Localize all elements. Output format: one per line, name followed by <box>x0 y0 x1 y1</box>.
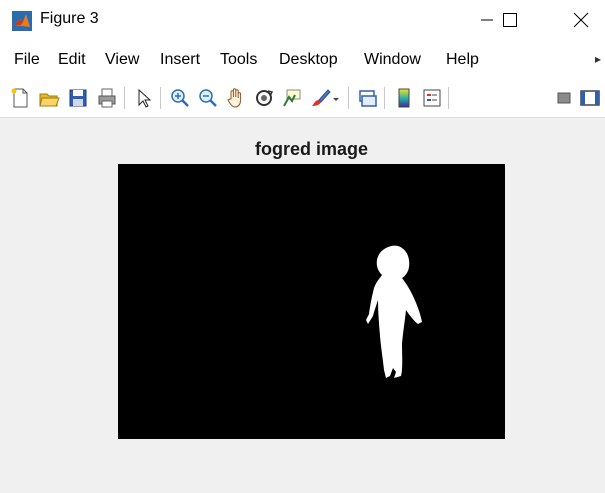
menu-tools[interactable]: Tools <box>220 51 257 69</box>
save-icon <box>69 89 87 107</box>
figure-toolbar <box>0 80 605 118</box>
toolbar-separator <box>160 87 161 109</box>
open-file-icon <box>39 93 60 107</box>
toolbar-separator <box>348 87 349 109</box>
save-button[interactable] <box>66 86 90 110</box>
link-plot-button[interactable] <box>356 86 380 110</box>
menu-overflow-icon[interactable]: ▸ <box>595 52 601 66</box>
data-cursor-icon <box>283 89 301 107</box>
open-file-button[interactable] <box>37 86 61 110</box>
rotate-3d-button[interactable] <box>252 86 276 110</box>
menu-edit[interactable]: Edit <box>58 51 86 69</box>
axes-title: fogred image <box>254 139 369 159</box>
new-figure-icon <box>11 88 28 108</box>
menu-help[interactable]: Help <box>446 51 479 69</box>
print-button[interactable] <box>95 86 119 110</box>
close-icon <box>573 12 589 28</box>
pointer-button[interactable] <box>132 86 156 110</box>
brush-button[interactable] <box>308 86 332 110</box>
menu-file[interactable]: File <box>14 51 40 69</box>
pointer-icon <box>138 88 152 108</box>
show-plot-tools-icon <box>580 90 600 106</box>
toolbar-separator <box>448 87 449 109</box>
rotate-3d-icon <box>256 90 274 106</box>
maximize-button[interactable] <box>487 0 533 40</box>
image-axes[interactable] <box>118 164 505 439</box>
title-bar: Figure 3 <box>0 0 605 40</box>
brush-dropdown-button[interactable] <box>330 86 342 110</box>
menu-window[interactable]: Window <box>364 51 421 69</box>
toolbar-separator <box>124 87 125 109</box>
colorbar-button[interactable] <box>392 86 416 110</box>
zoom-out-icon <box>199 89 217 107</box>
window-title: Figure 3 <box>40 10 99 27</box>
brush-icon <box>312 89 331 106</box>
matlab-logo-icon <box>12 11 32 31</box>
maximize-icon <box>503 13 517 27</box>
close-button[interactable] <box>558 0 604 40</box>
segmented-child-silhouette <box>366 245 422 378</box>
pan-button[interactable] <box>224 86 248 110</box>
hide-plot-tools-button[interactable] <box>552 86 576 110</box>
legend-button[interactable] <box>420 86 444 110</box>
toolbar-separator <box>384 87 385 109</box>
zoom-in-button[interactable] <box>168 86 192 110</box>
link-plot-icon <box>359 90 377 107</box>
zoom-out-button[interactable] <box>196 86 220 110</box>
show-plot-tools-button[interactable] <box>578 86 602 110</box>
menu-bar: File Edit View Insert Tools Desktop Wind… <box>0 40 605 80</box>
menu-insert[interactable]: Insert <box>160 51 200 69</box>
menu-view[interactable]: View <box>105 51 139 69</box>
legend-icon <box>423 89 441 107</box>
zoom-in-icon <box>171 89 189 107</box>
new-figure-button[interactable] <box>8 86 32 110</box>
colorbar-icon <box>398 88 410 108</box>
brush-dropdown-icon <box>333 98 339 101</box>
menu-desktop[interactable]: Desktop <box>279 51 338 69</box>
print-icon <box>98 88 116 108</box>
hide-plot-tools-icon <box>557 92 571 104</box>
pan-hand-icon <box>227 88 242 108</box>
data-cursor-button[interactable] <box>280 86 304 110</box>
